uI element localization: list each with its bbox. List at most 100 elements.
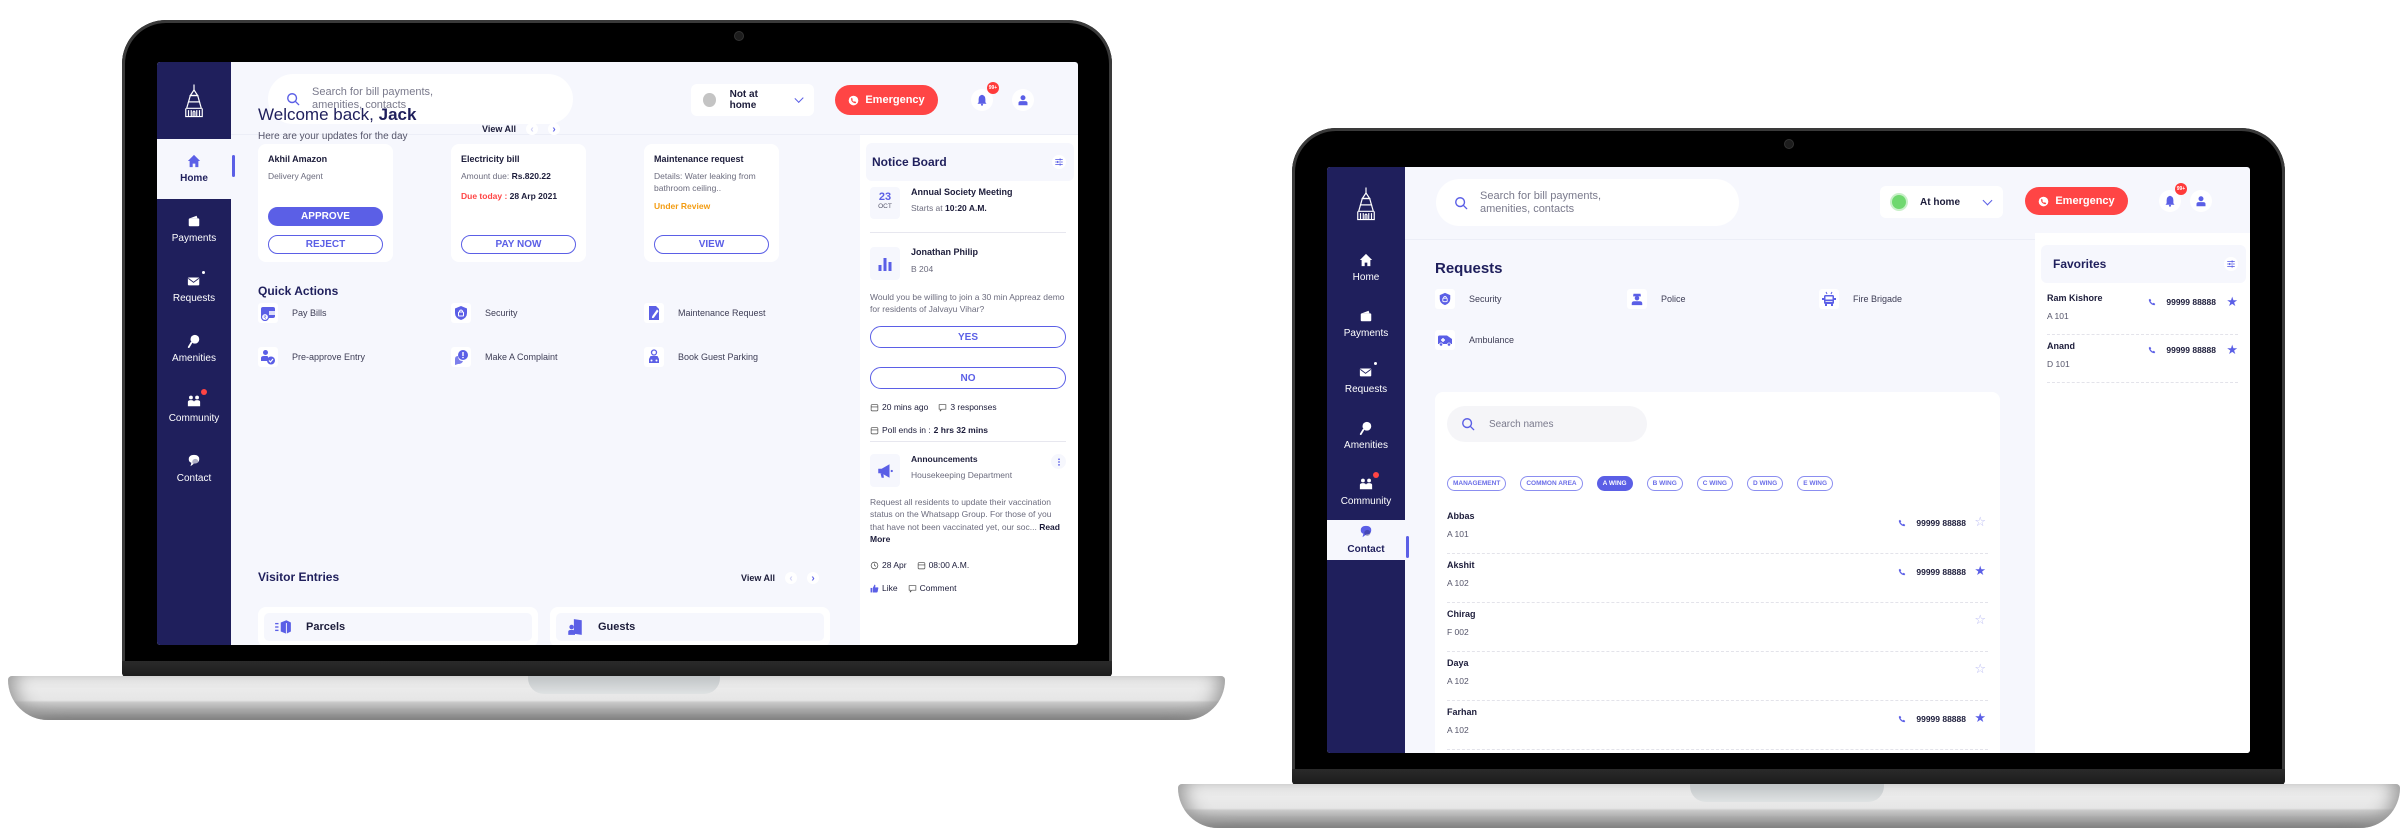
contact-name: Abbas <box>1447 511 1475 521</box>
sidebar-item-label: Requests <box>1344 384 1388 395</box>
visitor-card-parcels[interactable]: Parcels <box>258 607 538 645</box>
sidebar-item-amenities[interactable]: Amenities <box>157 319 231 379</box>
view-all-link[interactable]: View All <box>741 573 775 583</box>
contact-row[interactable]: Daya A 102 ☆ <box>1447 652 1988 701</box>
request-ambulance[interactable]: Ambulance <box>1435 330 1514 350</box>
electricity-bill-card: Electricity bill Amount due: Rs.820.22 D… <box>451 144 586 262</box>
contact-phone[interactable]: 99999 88888 <box>1898 567 1966 577</box>
presence-status-dropdown[interactable]: At home <box>1880 186 2003 218</box>
star-filled-icon[interactable]: ★ <box>1974 564 1986 577</box>
sidebar-item-requests[interactable]: Requests <box>1327 352 1405 408</box>
sidebar-item-payments[interactable]: Payments <box>157 199 231 259</box>
contact-phone[interactable]: 99999 88888 <box>1898 714 1966 724</box>
date-day: 23 <box>878 191 892 203</box>
contact-name: Daya <box>1447 658 1469 668</box>
chevron-left-icon[interactable]: ‹ <box>785 572 798 584</box>
star-outline-icon[interactable]: ☆ <box>1974 662 1986 675</box>
visitor-card-guests[interactable]: Guests <box>550 607 830 645</box>
quick-action-pay-bills[interactable]: Pay Bills <box>258 303 327 323</box>
favorite-phone[interactable]: 99999 88888 <box>2148 345 2216 355</box>
favorite-row[interactable]: Ram Kishore A 101 99999 88888 ★ <box>2047 287 2238 335</box>
quick-action-security[interactable]: Security <box>451 303 518 323</box>
quick-action-book-guest-parking[interactable]: Book Guest Parking <box>644 347 758 367</box>
global-search-input[interactable]: Search for bill payments, amenities, con… <box>1436 179 1739 226</box>
profile-button[interactable] <box>1012 89 1034 111</box>
profile-button[interactable] <box>2190 190 2212 212</box>
view-all-link[interactable]: View All <box>482 124 516 134</box>
sidebar-item-payments[interactable]: Payments <box>1327 296 1405 352</box>
favorite-phone[interactable]: 99999 88888 <box>2148 297 2216 307</box>
favorite-row[interactable]: Anand D 101 99999 88888 ★ <box>2047 335 2238 383</box>
bell-icon <box>976 94 988 106</box>
notifications-button[interactable]: 99+ <box>971 82 999 111</box>
poll-yes-button[interactable]: YES <box>870 326 1066 348</box>
contact-row[interactable]: Farhan A 102 99999 88888 ★ <box>1447 701 1988 750</box>
sidebar-item-home[interactable]: Home <box>1327 240 1405 296</box>
filter-chip-b-wing[interactable]: B WING <box>1646 476 1683 491</box>
filter-chip-c-wing[interactable]: C WING <box>1696 476 1733 491</box>
sidebar-item-home[interactable]: Home <box>157 139 235 199</box>
star-filled-icon[interactable]: ★ <box>2226 294 2238 310</box>
approve-button[interactable]: APPROVE <box>268 207 383 226</box>
contacts-directory: Search names MANAGEMENT COMMON AREA A WI… <box>1435 392 2000 753</box>
date-month: OCT <box>878 203 892 210</box>
sidebar-item-requests[interactable]: Requests <box>157 259 231 319</box>
phone-number: 99999 88888 <box>1916 714 1966 724</box>
sidebar-item-contact[interactable]: Contact <box>1327 520 1409 560</box>
pay-now-button[interactable]: PAY NOW <box>461 235 576 254</box>
quick-action-pre-approve-entry[interactable]: Pre-approve Entry <box>258 347 365 367</box>
meeting-notice[interactable]: 23 OCT Annual Society Meeting Starts at … <box>870 187 1066 242</box>
requests-indicator <box>201 270 206 275</box>
phone-number: 99999 88888 <box>2166 297 2216 307</box>
name-search-input[interactable]: Search names <box>1447 406 1647 442</box>
app-logo[interactable] <box>1327 167 1405 240</box>
contact-row[interactable]: Abbas A 101 99999 88888 ☆ <box>1447 505 1988 554</box>
requests-indicator <box>1373 361 1378 366</box>
presence-status-dropdown[interactable]: Not at home <box>691 84 814 116</box>
announcement-body: Request all residents to update their va… <box>870 497 1060 544</box>
emergency-button[interactable]: Emergency <box>2025 187 2128 215</box>
filter-chip-e-wing[interactable]: E WING <box>1797 476 1834 491</box>
contact-row[interactable]: Akshit A 102 99999 88888 ★ <box>1447 554 1988 603</box>
contact-unit: A 101 <box>1447 529 1469 539</box>
sidebar-item-amenities[interactable]: Amenities <box>1327 408 1405 464</box>
contact-phone[interactable]: 99999 88888 <box>1898 518 1966 528</box>
filter-chip-management[interactable]: MANAGEMENT <box>1447 476 1507 491</box>
sidebar-item-contact[interactable]: Contact <box>157 439 231 499</box>
notifications-button[interactable]: 99+ <box>2159 183 2187 212</box>
filter-chip-common-area[interactable]: COMMON AREA <box>1520 476 1583 491</box>
request-fire-brigade[interactable]: Fire Brigade <box>1819 289 1902 309</box>
quick-action-maintenance-request[interactable]: Maintenance Request <box>644 303 766 323</box>
like-button[interactable]: Like <box>870 583 898 593</box>
chevron-left-icon[interactable]: ‹ <box>526 123 539 135</box>
star-filled-icon[interactable]: ★ <box>2226 342 2238 358</box>
request-security[interactable]: Security <box>1435 289 1502 309</box>
star-outline-icon[interactable]: ☆ <box>1974 613 1986 626</box>
meeting-time: Starts at 10:20 A.M. <box>911 203 987 213</box>
calendar-icon <box>917 561 926 570</box>
view-button[interactable]: VIEW <box>654 235 769 254</box>
sidebar-item-community[interactable]: Community <box>1327 464 1405 520</box>
more-options-button[interactable] <box>1051 454 1066 469</box>
reject-button[interactable]: REJECT <box>268 235 383 254</box>
star-filled-icon[interactable]: ★ <box>1974 711 1986 724</box>
filter-button[interactable] <box>1052 155 1066 169</box>
user-name: Jack <box>378 105 417 124</box>
filter-button[interactable] <box>2224 257 2238 271</box>
sidebar-item-community[interactable]: Community <box>157 379 231 439</box>
chevron-right-icon[interactable]: › <box>548 123 561 135</box>
quick-action-make-complaint[interactable]: Make A Complaint <box>451 347 558 367</box>
mail-icon <box>187 274 201 288</box>
comment-button[interactable]: Comment <box>908 583 956 593</box>
filter-chip-d-wing[interactable]: D WING <box>1746 476 1784 491</box>
app-logo[interactable] <box>157 62 231 139</box>
building-icon <box>183 84 205 118</box>
filter-chip-a-wing[interactable]: A WING <box>1596 476 1633 491</box>
contact-row[interactable]: Chirag F 002 ☆ <box>1447 603 1988 652</box>
poll-responses[interactable]: 3 responses <box>950 402 996 412</box>
poll-no-button[interactable]: NO <box>870 367 1066 389</box>
request-police[interactable]: Police <box>1627 289 1686 309</box>
star-outline-icon[interactable]: ☆ <box>1974 515 1986 528</box>
chevron-right-icon[interactable]: › <box>807 572 820 584</box>
emergency-button[interactable]: Emergency <box>835 85 938 115</box>
